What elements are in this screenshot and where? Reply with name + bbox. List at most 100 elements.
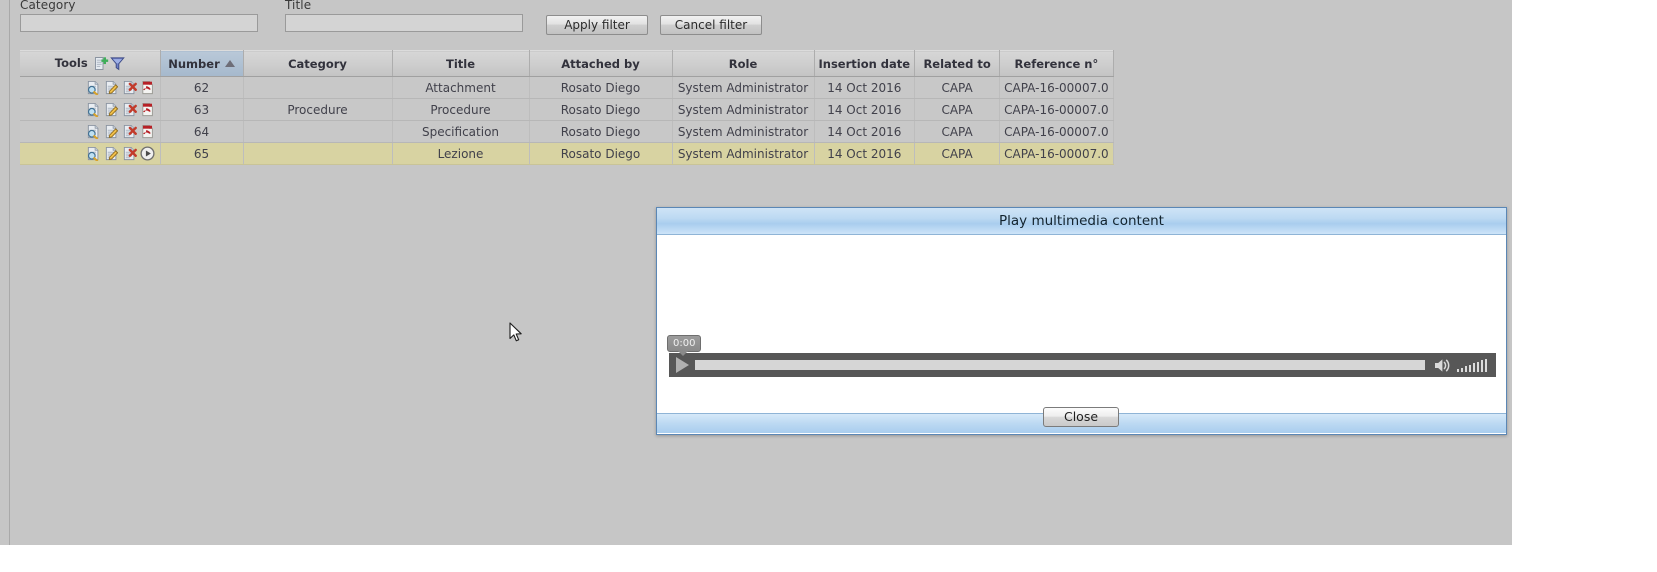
pdf-icon[interactable]	[140, 80, 155, 95]
view-icon[interactable]	[86, 146, 101, 161]
category-filter-label: Category	[20, 0, 76, 12]
sort-ascending-arrow-icon	[224, 59, 235, 67]
cell-related: CAPA	[914, 120, 1001, 143]
cell-number: 64	[160, 120, 244, 143]
delete-icon[interactable]	[122, 146, 137, 161]
table-row[interactable]: 63 Procedure Procedure Rosato Diego System A…	[20, 98, 1114, 121]
play-multimedia-dialog: Play multimedia content 0:00 Close	[656, 207, 1507, 435]
cell-number: 63	[160, 98, 244, 121]
column-header-reference[interactable]: Reference n°	[999, 50, 1114, 77]
edit-icon[interactable]	[104, 124, 119, 139]
column-header-label: Number	[168, 56, 220, 71]
column-header-label: Insertion date	[818, 56, 911, 71]
volume-bar	[1480, 360, 1483, 372]
view-icon[interactable]	[86, 102, 101, 117]
edit-icon[interactable]	[104, 146, 119, 161]
cell-related: CAPA	[914, 76, 1001, 99]
play-triangle-icon	[675, 357, 689, 373]
edit-icon[interactable]	[104, 80, 119, 95]
cell-insertion: 14 Oct 2016	[814, 120, 916, 143]
cell-role: System Administrator	[672, 142, 815, 165]
table-row[interactable]: 64 Specification Rosato Diego System Admini…	[20, 120, 1114, 143]
row-tools-cell	[20, 120, 161, 143]
column-header-label: Attached by	[561, 56, 640, 71]
row-tools-cell	[20, 76, 161, 99]
row-tools-cell	[20, 98, 161, 121]
cell-role: System Administrator	[672, 120, 815, 143]
new-document-icon[interactable]	[94, 56, 109, 71]
column-header-category[interactable]: Category	[243, 50, 393, 77]
row-tools-strip	[20, 99, 159, 120]
table-header-row: Tools Number Category Title Attached by Role I…	[20, 50, 1114, 77]
view-icon[interactable]	[86, 124, 101, 139]
delete-icon[interactable]	[122, 102, 137, 117]
speaker-icon[interactable]	[1434, 358, 1451, 373]
playback-time-tooltip: 0:00	[667, 335, 702, 356]
column-header-label: Role	[728, 56, 758, 71]
delete-icon[interactable]	[122, 80, 137, 95]
right-blank-strip	[1512, 0, 1657, 572]
volume-bar	[1468, 364, 1471, 372]
column-header-tools[interactable]: Tools	[20, 50, 161, 77]
pdf-icon[interactable]	[140, 124, 155, 139]
column-header-label: Title	[445, 56, 476, 71]
apply-filter-button[interactable]: Apply filter	[546, 15, 648, 35]
cell-insertion: 14 Oct 2016	[814, 76, 916, 99]
cell-role: System Administrator	[672, 98, 815, 121]
dialog-body: 0:00 Close	[657, 235, 1506, 427]
cell-title: Lezione	[392, 142, 530, 165]
title-filter-input[interactable]	[285, 14, 523, 32]
cell-insertion: 14 Oct 2016	[814, 98, 916, 121]
row-tools-cell	[20, 142, 161, 165]
volume-bar	[1464, 366, 1467, 372]
column-header-number[interactable]: Number	[160, 50, 244, 77]
row-tools-strip	[20, 121, 159, 142]
volume-area	[1427, 358, 1497, 373]
cell-title: Specification	[392, 120, 530, 143]
cell-attached: Rosato Diego	[529, 142, 673, 165]
cancel-filter-button[interactable]: Cancel filter	[660, 15, 762, 35]
play-button[interactable]	[669, 353, 695, 377]
cell-reference: CAPA-16-00007.0	[999, 120, 1114, 143]
cell-title: Attachment	[392, 76, 530, 99]
cell-category	[243, 120, 393, 143]
pdf-icon[interactable]	[140, 102, 155, 117]
cell-role: System Administrator	[672, 76, 815, 99]
cell-attached: Rosato Diego	[529, 98, 673, 121]
cell-attached: Rosato Diego	[529, 120, 673, 143]
column-header-label: Category	[288, 56, 347, 71]
edit-icon[interactable]	[104, 102, 119, 117]
column-header-title[interactable]: Title	[392, 50, 530, 77]
category-filter-input[interactable]	[20, 14, 258, 32]
seek-slider[interactable]	[695, 360, 1425, 370]
cell-related: CAPA	[914, 142, 1001, 165]
close-button[interactable]: Close	[1043, 407, 1119, 427]
row-tools-strip	[20, 143, 159, 164]
cell-reference: CAPA-16-00007.0	[999, 98, 1114, 121]
cell-title: Procedure	[392, 98, 530, 121]
attachments-table: Tools Number Category Title Attached by Role I…	[20, 50, 1114, 165]
cell-related: CAPA	[914, 98, 1001, 121]
column-header-attached[interactable]: Attached by	[529, 50, 673, 77]
cell-reference: CAPA-16-00007.0	[999, 76, 1114, 99]
cell-attached: Rosato Diego	[529, 76, 673, 99]
table-row[interactable]: 62 Attachment Rosato Diego System Administr…	[20, 76, 1114, 99]
bottom-blank-strip	[0, 545, 1512, 572]
play-circle-icon[interactable]	[139, 146, 155, 161]
row-tools-strip	[20, 77, 159, 98]
column-header-role[interactable]: Role	[672, 50, 815, 77]
delete-icon[interactable]	[122, 124, 137, 139]
cell-number: 62	[160, 76, 244, 99]
media-player-controls	[669, 353, 1496, 377]
column-header-insertion[interactable]: Insertion date	[814, 50, 916, 77]
cell-number: 65	[160, 142, 244, 165]
filter-funnel-icon[interactable]	[109, 56, 125, 71]
volume-level-bars[interactable]	[1456, 358, 1487, 372]
cell-insertion: 14 Oct 2016	[814, 142, 916, 165]
screen-root: Category Title Apply filter Cancel filte…	[0, 0, 1657, 572]
table-row[interactable]: 65 Lezione Rosato Diego System Administrato…	[20, 142, 1114, 165]
view-icon[interactable]	[86, 80, 101, 95]
volume-bar	[1472, 363, 1475, 372]
left-rail-divider	[0, 0, 10, 545]
column-header-related[interactable]: Related to	[914, 50, 1001, 77]
